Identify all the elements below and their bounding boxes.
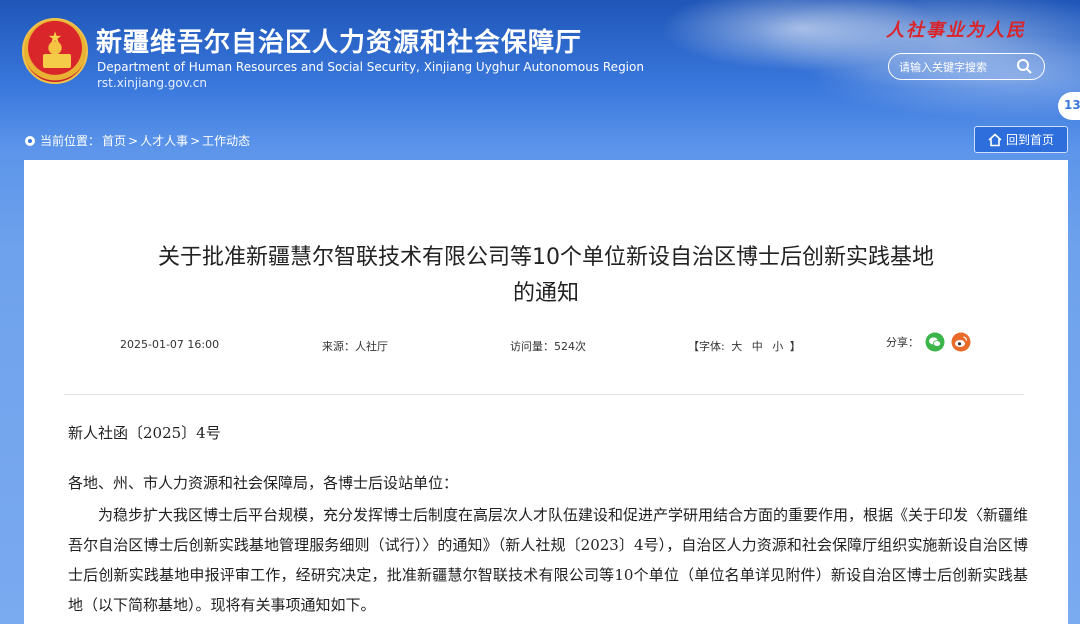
divider — [64, 394, 1024, 395]
document-number: 新人社函〔2025〕4号 — [68, 424, 221, 442]
back-home-button[interactable]: 回到首页 — [974, 126, 1068, 153]
wechat-icon[interactable] — [925, 332, 945, 352]
publish-date: 2025-01-07 16:00 — [120, 338, 220, 351]
share-bar: 分享： — [886, 332, 971, 352]
site-subtitle: Department of Human Resources and Social… — [97, 60, 644, 74]
home-icon — [988, 132, 1002, 146]
breadcrumb-label: 当前位置： — [40, 134, 101, 148]
article-source: 来源：人社厅 — [322, 340, 388, 353]
breadcrumb-talent[interactable]: 人才人事 — [140, 132, 188, 149]
weibo-icon[interactable] — [951, 332, 971, 352]
breadcrumb-separator: > — [190, 133, 201, 148]
addressee: 各地、州、市人力资源和社会保障局，各博士后设站单位： — [68, 474, 459, 492]
view-count: 访问量：524次 — [510, 340, 586, 353]
breadcrumb-home[interactable]: 首页 — [102, 132, 126, 149]
slogan: 人社事业为人民 — [886, 20, 1026, 41]
site-title[interactable]: 新疆维吾尔自治区人力资源和社会保障厅 — [96, 22, 582, 59]
search-box[interactable] — [888, 53, 1045, 80]
article-title: 关于批准新疆慧尔智联技术有限公司等10个单位新设自治区博士后创新实践基地 的通知 — [24, 240, 1068, 312]
search-icon[interactable] — [1016, 58, 1032, 74]
breadcrumb: 当前位置： 首页 > 人才人事 > 工作动态 — [24, 132, 252, 149]
font-large-button[interactable]: 大 — [731, 340, 742, 353]
article-panel: 关于批准新疆慧尔智联技术有限公司等10个单位新设自治区博士后创新实践基地 的通知… — [24, 160, 1068, 624]
article-title-line-1: 关于批准新疆慧尔智联技术有限公司等10个单位新设自治区博士后创新实践基地 — [158, 245, 934, 270]
breadcrumb-news[interactable]: 工作动态 — [202, 132, 250, 149]
share-label: 分享： — [886, 336, 919, 349]
breadcrumb-separator: > — [128, 133, 139, 148]
back-home-label: 回到首页 — [1005, 133, 1054, 147]
article-paragraph: 为稳步扩大我区博士后平台规模，充分发挥博士后制度在高层次人才队伍建设和促进产学研… — [68, 506, 1029, 614]
font-size-control: 【字体: 大 中 小 】 — [688, 338, 801, 354]
search-input[interactable] — [899, 58, 1014, 76]
national-emblem-icon: ★ — [22, 18, 88, 84]
font-size-label-end: 】 — [789, 340, 801, 353]
font-small-button[interactable]: 小 — [772, 340, 783, 353]
font-size-label: 【字体: — [688, 340, 725, 353]
location-pin-icon — [25, 135, 35, 146]
article-title-line-2: 的通知 — [512, 281, 579, 306]
site-url: rst.xinjiang.gov.cn — [97, 76, 207, 90]
side-tab[interactable]: 13 — [1058, 92, 1080, 120]
font-medium-button[interactable]: 中 — [752, 340, 763, 353]
